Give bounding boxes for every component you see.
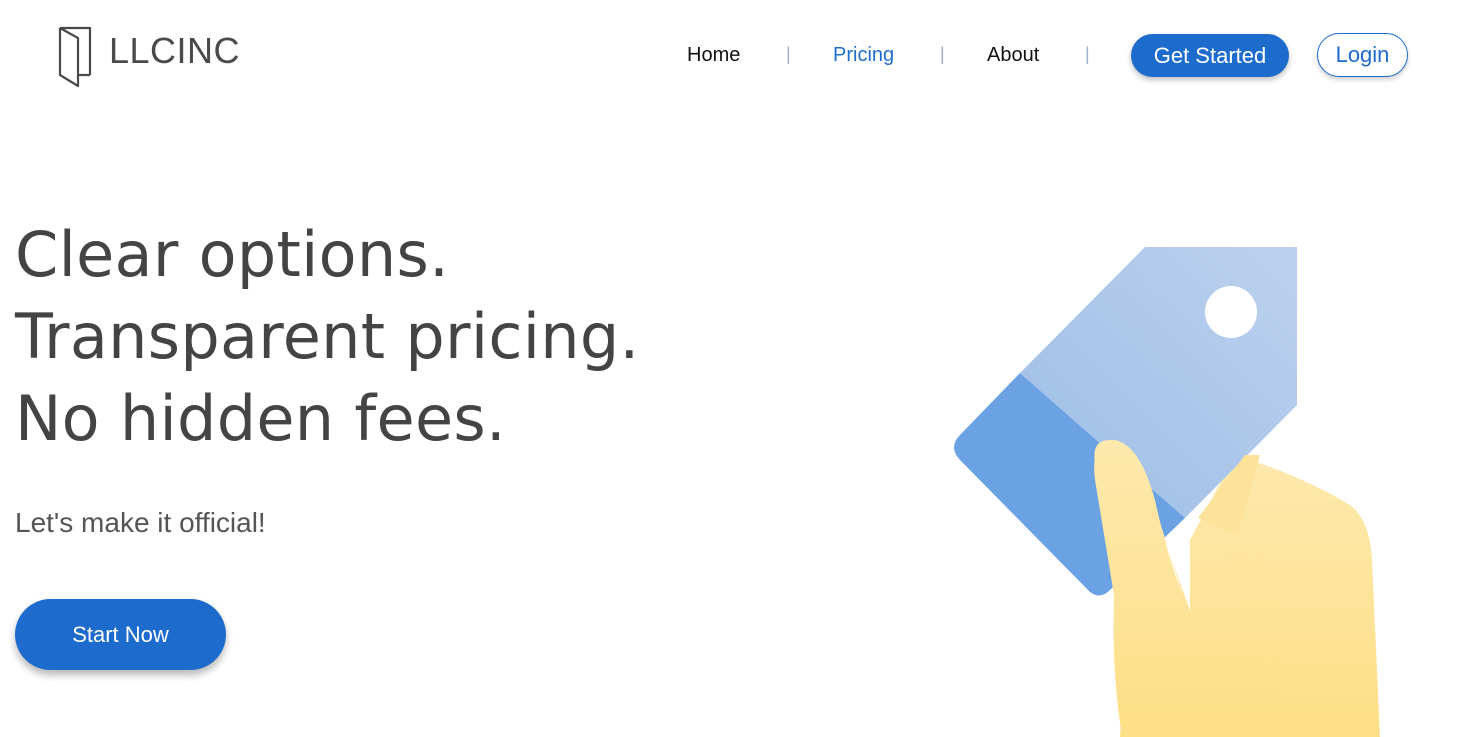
start-now-button[interactable]: Start Now	[15, 599, 226, 670]
nav-pricing-link[interactable]: Pricing	[833, 44, 894, 67]
nav-separator: |	[786, 44, 791, 64]
nav-home-link[interactable]: Home	[687, 44, 740, 67]
hero-subtitle: Let's make it official!	[15, 507, 266, 538]
hero-headline-line-2: Transparent pricing.	[15, 300, 640, 373]
nav-separator: |	[940, 44, 945, 64]
nav-separator: |	[1085, 44, 1090, 64]
landing-page: LLCINC Home | Pricing | About | Get Star…	[0, 0, 1462, 737]
hero-headline-line-3: No hidden fees.	[15, 382, 507, 455]
get-started-button[interactable]: Get Started	[1131, 34, 1289, 77]
main-nav: Home | Pricing | About | Get Started Log…	[0, 0, 1462, 110]
login-button[interactable]: Login	[1317, 33, 1408, 77]
hand-holding-price-tag-illustration	[954, 247, 1380, 737]
nav-about-link[interactable]: About	[987, 44, 1039, 67]
hero-headline-line-1: Clear options.	[15, 218, 450, 291]
price-tag-hole	[1205, 286, 1257, 338]
